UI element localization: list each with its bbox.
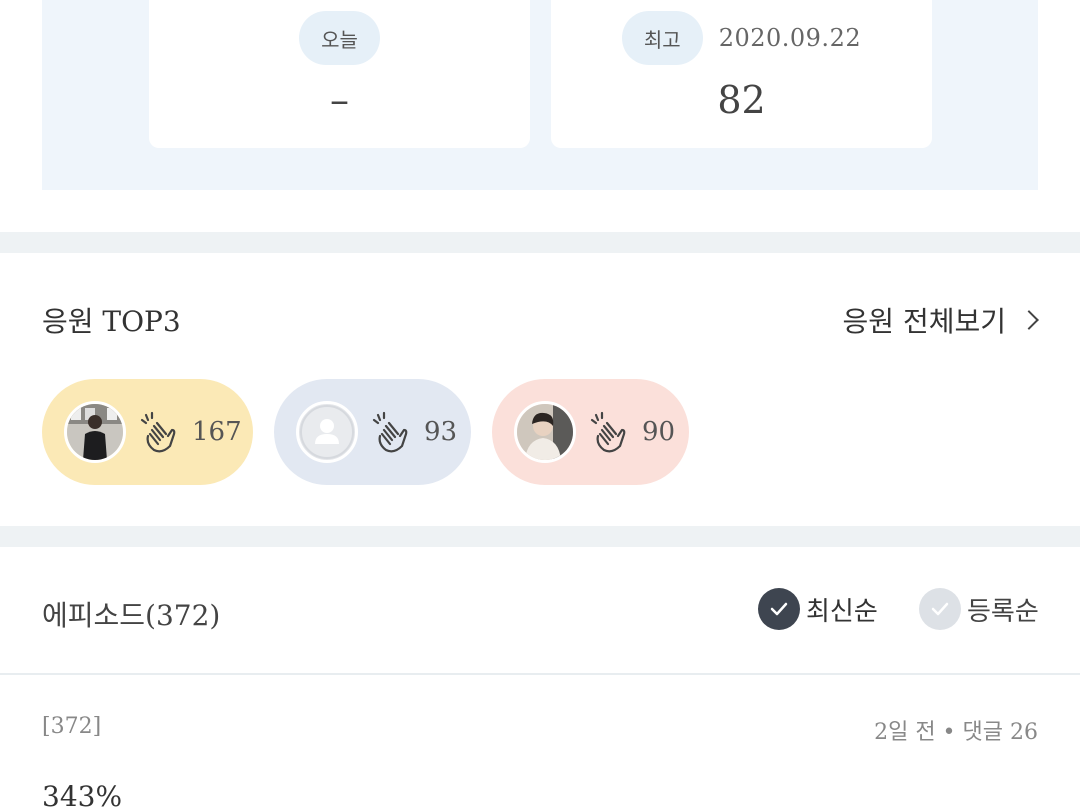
divider xyxy=(0,673,1080,675)
episode-number: [372] xyxy=(42,714,102,739)
sort-latest-label: 최신순 xyxy=(806,596,878,627)
stats-panel: 오늘 – 최고 2020.09.22 82 xyxy=(42,0,1038,190)
best-label: 최고 xyxy=(621,11,703,65)
episode-meta: 2일 전 • 댓글 26 xyxy=(874,720,1038,745)
check-icon xyxy=(758,588,800,630)
cheer-view-all-label: 응원 전체보기 xyxy=(842,305,1006,338)
today-value: – xyxy=(330,78,349,122)
avatar xyxy=(64,401,126,463)
check-icon xyxy=(919,588,961,630)
cheer-badge-2[interactable]: 93 xyxy=(274,379,471,485)
cheer-badge-1[interactable]: 167 xyxy=(42,379,253,485)
clap-icon xyxy=(372,411,408,453)
cheer-count: 167 xyxy=(192,417,242,447)
default-avatar xyxy=(296,401,358,463)
cheer-count: 93 xyxy=(424,417,458,447)
chevron-right-icon xyxy=(1019,310,1039,330)
cheer-view-all-link[interactable]: 응원 전체보기 xyxy=(842,300,1039,340)
episodes-title: 에피소드(372) xyxy=(42,599,221,632)
clap-icon xyxy=(140,411,176,453)
sort-registered-label: 등록순 xyxy=(967,596,1039,627)
sort-registered-button[interactable]: 등록순 xyxy=(919,588,1039,630)
best-date: 2020.09.22 xyxy=(718,24,862,52)
best-value: 82 xyxy=(717,78,766,122)
section-divider xyxy=(0,526,1080,547)
cheer-badge-3[interactable]: 90 xyxy=(492,379,689,485)
cheer-count: 90 xyxy=(642,417,676,447)
avatar xyxy=(514,401,576,463)
today-stat-card: 오늘 – xyxy=(149,0,530,148)
today-label: 오늘 xyxy=(299,11,380,65)
cheer-top3-title: 응원 TOP3 xyxy=(42,305,181,338)
episode-title-link[interactable]: 343% xyxy=(42,780,122,810)
best-stat-card: 최고 2020.09.22 82 xyxy=(551,0,932,148)
clap-icon xyxy=(590,411,626,453)
sort-latest-button[interactable]: 최신순 xyxy=(758,588,878,630)
section-divider xyxy=(0,232,1080,253)
